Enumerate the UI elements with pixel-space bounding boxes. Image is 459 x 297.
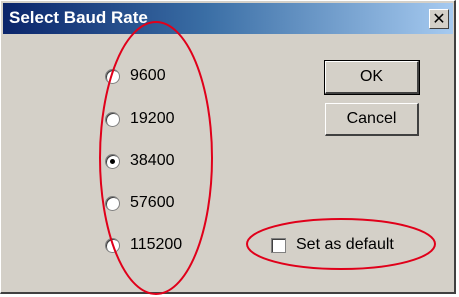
- title-bar[interactable]: Select Baud Rate ✕: [3, 3, 453, 34]
- radio-button[interactable]: [105, 111, 120, 127]
- radio-label: 115200: [130, 236, 183, 253]
- set-default-label: Set as default: [296, 236, 394, 253]
- set-default-checkbox[interactable]: [271, 237, 286, 253]
- cancel-button[interactable]: Cancel: [325, 103, 419, 136]
- set-default-option[interactable]: Set as default: [271, 233, 394, 257]
- radio-label: 9600: [130, 67, 166, 84]
- radio-label: 57600: [130, 194, 175, 211]
- close-button[interactable]: ✕: [429, 9, 449, 29]
- radio-button[interactable]: [105, 153, 120, 169]
- radio-option-19200[interactable]: 19200: [105, 107, 175, 131]
- radio-option-38400[interactable]: 38400: [105, 149, 175, 173]
- radio-label: 19200: [130, 110, 175, 127]
- baud-rate-dialog: Select Baud Rate ✕ 9600 19200 38400 5760…: [0, 0, 456, 294]
- radio-label: 38400: [130, 152, 175, 169]
- radio-option-57600[interactable]: 57600: [105, 191, 175, 215]
- close-icon: ✕: [432, 9, 446, 28]
- radio-option-9600[interactable]: 9600: [105, 64, 166, 88]
- ok-button[interactable]: OK: [324, 60, 420, 95]
- radio-option-115200[interactable]: 115200: [105, 233, 182, 257]
- radio-button[interactable]: [105, 68, 120, 84]
- radio-button[interactable]: [105, 237, 120, 253]
- radio-button[interactable]: [105, 195, 120, 211]
- window-title: Select Baud Rate: [9, 8, 148, 27]
